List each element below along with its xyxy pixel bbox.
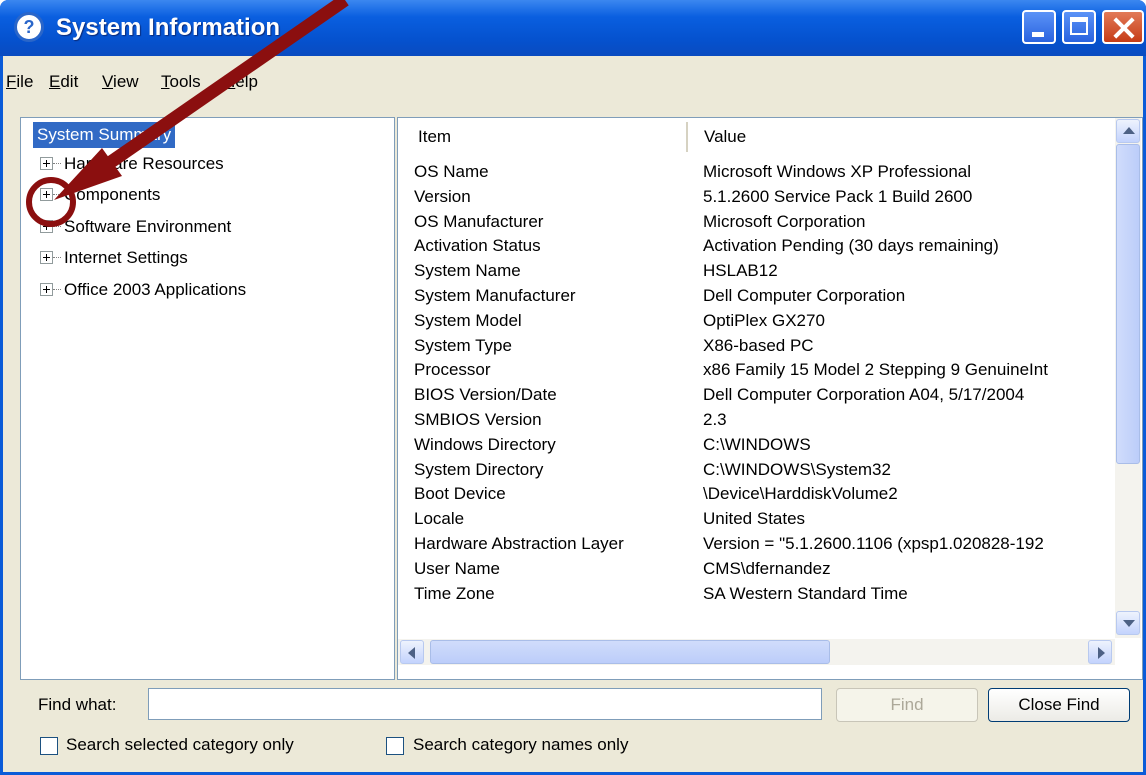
scroll-up-button[interactable]: [1116, 119, 1140, 143]
table-cell-item[interactable]: Time Zone: [414, 582, 696, 606]
table-cell-item[interactable]: Boot Device: [414, 482, 696, 506]
table-cell-value[interactable]: Dell Computer Corporation A04, 5/17/2004: [703, 383, 1115, 407]
tree-item-system-summary[interactable]: System Summary: [33, 122, 176, 148]
table-cell-value[interactable]: C:\WINDOWS: [703, 433, 1115, 457]
chevron-down-icon: [1123, 620, 1135, 627]
maximize-button[interactable]: [1062, 10, 1096, 44]
tree-item-software-environment[interactable]: Software Environment: [40, 215, 360, 239]
menu-file[interactable]: File: [6, 72, 33, 92]
table-cell-item[interactable]: OS Manufacturer: [414, 210, 696, 234]
table-cell-value[interactable]: SA Western Standard Time: [703, 582, 1115, 606]
table-cell-item[interactable]: BIOS Version/Date: [414, 383, 696, 407]
table-cell-value[interactable]: Microsoft Windows XP Professional: [703, 160, 1115, 184]
close-find-button[interactable]: Close Find: [988, 688, 1130, 722]
table-cell-value[interactable]: C:\WINDOWS\System32: [703, 458, 1115, 482]
search-selected-category-checkbox[interactable]: [40, 737, 58, 755]
table-cell-item[interactable]: System Type: [414, 334, 696, 358]
table-cell-item[interactable]: Version: [414, 185, 696, 209]
menu-tools[interactable]: Tools: [161, 72, 201, 92]
tree-item-hardware-resources[interactable]: Hardware Resources: [40, 152, 360, 176]
vertical-scroll-thumb[interactable]: [1116, 144, 1140, 464]
table-cell-value[interactable]: United States: [703, 507, 1115, 531]
info-icon: ?: [14, 12, 44, 42]
table-cell-item[interactable]: Locale: [414, 507, 696, 531]
table-cell-item[interactable]: Processor: [414, 358, 696, 382]
search-selected-category-label[interactable]: Search selected category only: [66, 735, 294, 755]
scroll-right-button[interactable]: [1088, 640, 1112, 664]
table-cell-value[interactable]: x86 Family 15 Model 2 Stepping 9 Genuine…: [703, 358, 1115, 382]
table-cell-value[interactable]: Microsoft Corporation: [703, 210, 1115, 234]
tree-item-internet-settings[interactable]: Internet Settings: [40, 246, 360, 270]
menu-bar: File Edit View Tools Help: [3, 72, 603, 102]
menu-help[interactable]: Help: [223, 72, 258, 92]
minimize-button[interactable]: [1022, 10, 1056, 44]
table-cell-value[interactable]: Activation Pending (30 days remaining): [703, 234, 1115, 258]
column-header-value[interactable]: Value: [690, 122, 1116, 152]
table-cell-item[interactable]: System Name: [414, 259, 696, 283]
chevron-up-icon: [1123, 127, 1135, 134]
table-cell-item[interactable]: Windows Directory: [414, 433, 696, 457]
table-cell-value[interactable]: Dell Computer Corporation: [703, 284, 1115, 308]
table-cell-item[interactable]: User Name: [414, 557, 696, 581]
table-cell-value[interactable]: HSLAB12: [703, 259, 1115, 283]
find-what-label: Find what:: [38, 695, 117, 714]
table-cell-value[interactable]: Version = "5.1.2600.1106 (xpsp1.020828-1…: [703, 532, 1115, 556]
table-cell-item[interactable]: System Model: [414, 309, 696, 333]
table-cell-item[interactable]: System Directory: [414, 458, 696, 482]
table-cell-value[interactable]: OptiPlex GX270: [703, 309, 1115, 333]
close-button[interactable]: [1102, 10, 1144, 44]
table-cell-item[interactable]: Hardware Abstraction Layer: [414, 532, 696, 556]
plus-box-icon[interactable]: [40, 188, 53, 201]
find-button[interactable]: Find: [836, 688, 978, 722]
table-cell-value[interactable]: 5.1.2600 Service Pack 1 Build 2600: [703, 185, 1115, 209]
plus-box-icon[interactable]: [40, 251, 53, 264]
horizontal-scroll-thumb[interactable]: [430, 640, 830, 664]
menu-view[interactable]: View: [102, 72, 139, 92]
find-what-input[interactable]: [148, 688, 822, 720]
menu-edit[interactable]: Edit: [49, 72, 78, 92]
table-cell-value[interactable]: CMS\dfernandez: [703, 557, 1115, 581]
column-header-item[interactable]: Item: [400, 122, 688, 152]
table-cell-value[interactable]: X86-based PC: [703, 334, 1115, 358]
search-category-names-checkbox[interactable]: [386, 737, 404, 755]
plus-box-icon[interactable]: [40, 157, 53, 170]
table-cell-value[interactable]: 2.3: [703, 408, 1115, 432]
chevron-left-icon: [408, 647, 415, 659]
table-cell-item[interactable]: OS Name: [414, 160, 696, 184]
tree-item-components[interactable]: Components: [40, 183, 360, 207]
table-cell-value[interactable]: \Device\HarddiskVolume2: [703, 482, 1115, 506]
tree-children: Hardware Resources Components Software E…: [40, 150, 370, 300]
table-cell-item[interactable]: System Manufacturer: [414, 284, 696, 308]
scroll-down-button[interactable]: [1116, 611, 1140, 635]
plus-box-icon[interactable]: [40, 283, 53, 296]
table-cell-item[interactable]: Activation Status: [414, 234, 696, 258]
tree-item-office-2003-applications[interactable]: Office 2003 Applications: [40, 278, 360, 302]
table-cell-item[interactable]: SMBIOS Version: [414, 408, 696, 432]
window-title: System Information: [56, 14, 281, 41]
chevron-right-icon: [1098, 647, 1105, 659]
search-category-names-label[interactable]: Search category names only: [413, 735, 628, 755]
scroll-left-button[interactable]: [400, 640, 424, 664]
plus-box-icon[interactable]: [40, 220, 53, 233]
